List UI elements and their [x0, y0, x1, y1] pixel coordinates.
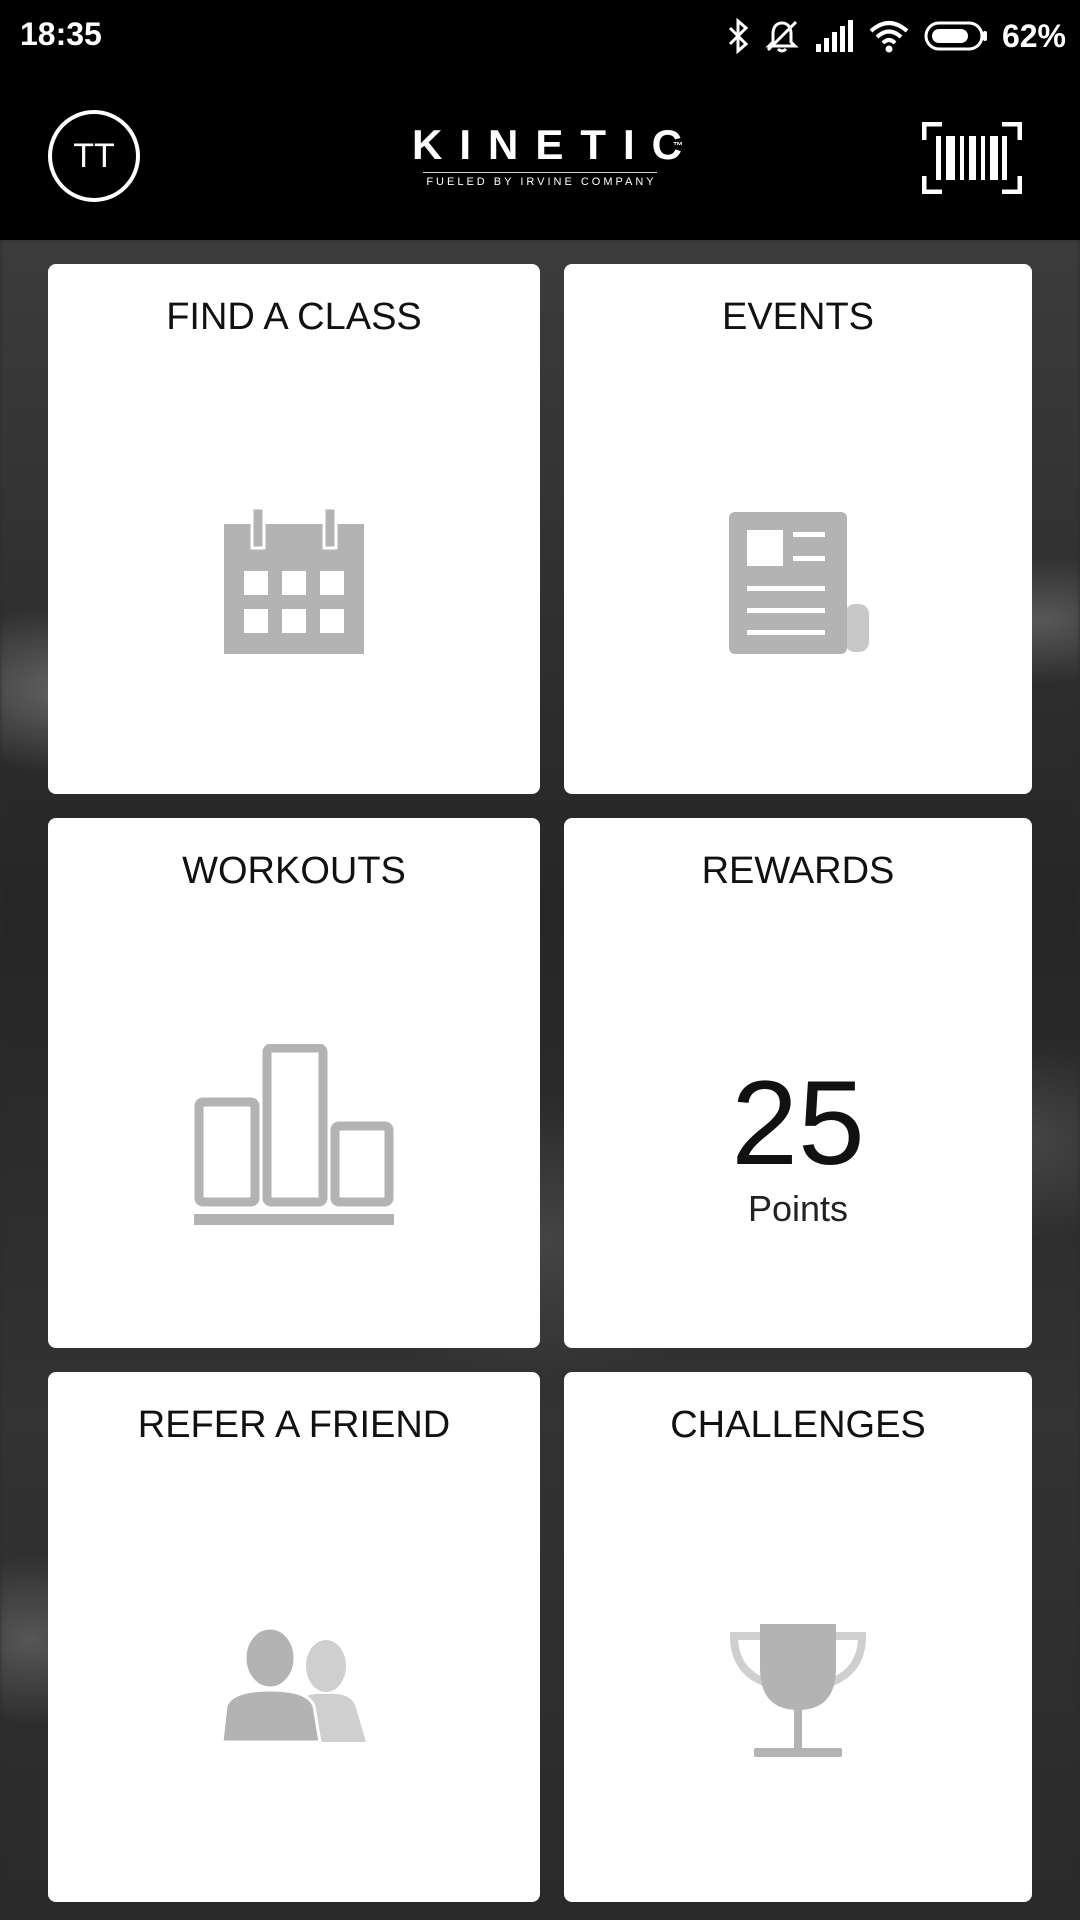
- app-header: TT KINETIC ™ FUELED BY IRVINE COMPANY: [0, 72, 1080, 240]
- logo-tagline: FUELED BY IRVINE COMPANY: [426, 176, 657, 188]
- status-time: 18:35: [20, 16, 102, 52]
- tile-refer-a-friend[interactable]: REFER A FRIEND: [48, 1372, 540, 1902]
- kinetic-logo: KINETIC ™ FUELED BY IRVINE COMPANY: [395, 122, 685, 189]
- newspaper-icon: [729, 512, 869, 654]
- tile-workouts[interactable]: WORKOUTS: [48, 818, 540, 1348]
- logo-text: KINETIC: [412, 121, 699, 168]
- muted-bell-icon: [765, 20, 799, 53]
- tile-title: REFER A FRIEND: [137, 1404, 451, 1446]
- rewards-points-label: Points: [747, 1188, 849, 1229]
- battery-icon: [924, 21, 987, 51]
- barcode-scan-icon[interactable]: [922, 122, 1022, 194]
- tile-title: FIND A CLASS: [166, 296, 422, 338]
- tile-title: REWARDS: [701, 850, 895, 892]
- tile-challenges[interactable]: CHALLENGES: [564, 1372, 1032, 1902]
- logo-divider: [423, 172, 657, 173]
- bar-chart-icon: [194, 1044, 394, 1225]
- rewards-points-value: 25: [731, 1056, 865, 1190]
- tile-rewards[interactable]: REWARDS 25 Points: [564, 818, 1032, 1348]
- wifi-icon: [869, 21, 909, 53]
- battery-percent: 62%: [1001, 17, 1066, 54]
- calendar-icon: [224, 506, 364, 654]
- tile-events[interactable]: EVENTS: [564, 264, 1032, 794]
- tile-title: CHALLENGES: [670, 1404, 926, 1446]
- tile-find-a-class[interactable]: FIND A CLASS: [48, 264, 540, 794]
- signal-icon: [815, 20, 853, 52]
- tile-title: WORKOUTS: [182, 850, 406, 892]
- logo-trademark: ™: [673, 141, 683, 152]
- people-icon: [220, 1628, 366, 1744]
- tile-title: EVENTS: [721, 296, 875, 338]
- trophy-icon: [729, 1624, 867, 1757]
- profile-avatar-button[interactable]: TT: [48, 110, 140, 202]
- status-bar: 18:35 62%: [0, 0, 1080, 72]
- bluetooth-icon: [728, 18, 749, 54]
